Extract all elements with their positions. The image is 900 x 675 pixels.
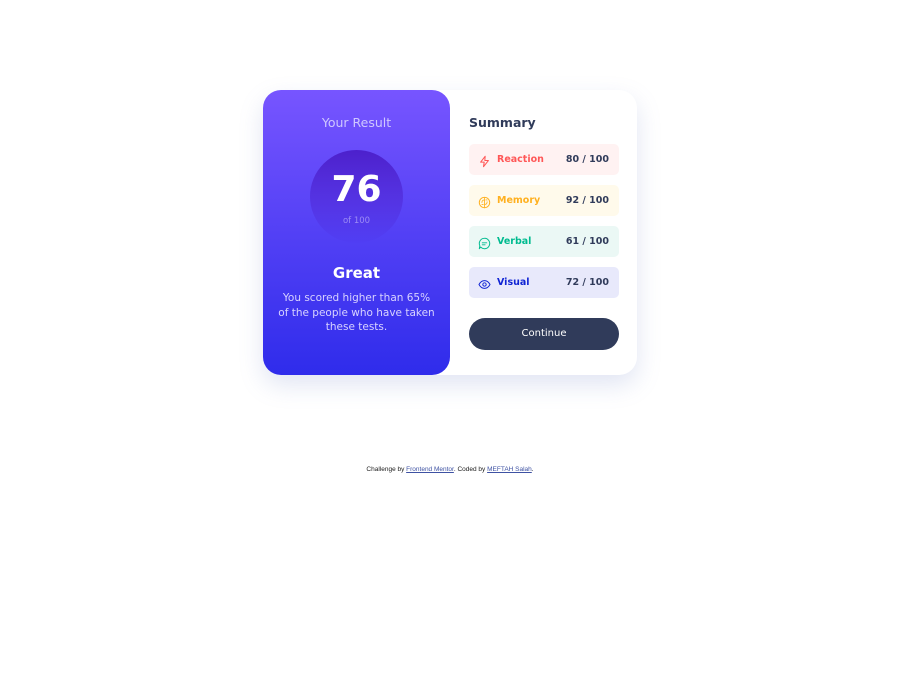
- summary-item-score: 61 / 100: [566, 234, 609, 249]
- brain-icon: [478, 194, 491, 209]
- score-total: of 100: [342, 216, 371, 226]
- score-total-label: / 100: [579, 195, 609, 206]
- score-number: 72: [565, 277, 580, 288]
- result-description: You scored higher than 65% of the people…: [278, 292, 435, 333]
- attribution-suffix: .: [531, 466, 534, 473]
- summary-item-verbal: Verbal 61 / 100: [469, 226, 619, 257]
- summary-item-label: Verbal: [497, 236, 532, 247]
- eye-icon: [478, 276, 491, 289]
- chat-bubble-icon: [478, 235, 491, 250]
- summary-item-memory: Memory 92 / 100: [469, 185, 619, 216]
- summary-item-score: 92 / 100: [566, 193, 609, 208]
- summary-item-score: 72 / 100: [566, 275, 609, 290]
- summary-title: Summary: [469, 115, 536, 130]
- summary-item-score: 80 / 100: [566, 152, 609, 167]
- lightning-icon: [478, 153, 491, 168]
- score-number: 61: [565, 236, 580, 247]
- results-card: Your Result 76 of 100 Great You scored h…: [263, 90, 637, 375]
- attribution: Challenge by Frontend Mentor. Coded by M…: [0, 465, 900, 474]
- score-number: 80: [565, 154, 580, 165]
- summary-item-label: Visual: [497, 277, 530, 288]
- score-value: 76: [331, 169, 382, 210]
- score-total-label: / 100: [579, 277, 609, 288]
- attribution-prefix: Challenge by: [366, 466, 407, 473]
- summary-item-visual: Visual 72 / 100: [469, 267, 619, 298]
- summary-item-label: Reaction: [497, 154, 544, 165]
- score-total-label: / 100: [579, 236, 609, 247]
- summary-item-label: Memory: [497, 195, 541, 206]
- result-verdict: Great: [332, 264, 381, 282]
- summary-item-reaction: Reaction 80 / 100: [469, 144, 619, 175]
- continue-button[interactable]: Continue: [469, 318, 619, 350]
- summary-panel: Summary Reaction 80 / 100 Memory 92 / 10…: [469, 90, 619, 375]
- author-link[interactable]: MEFTAH Salah: [487, 466, 532, 473]
- frontend-mentor-link[interactable]: Frontend Mentor: [406, 466, 454, 473]
- result-title: Your Result: [321, 115, 392, 130]
- score-number: 92: [565, 195, 580, 206]
- result-panel: Your Result 76 of 100 Great You scored h…: [263, 90, 450, 375]
- score-circle: 76 of 100: [310, 150, 403, 243]
- score-total-label: / 100: [579, 154, 609, 165]
- attribution-middle: . Coded by: [453, 466, 488, 473]
